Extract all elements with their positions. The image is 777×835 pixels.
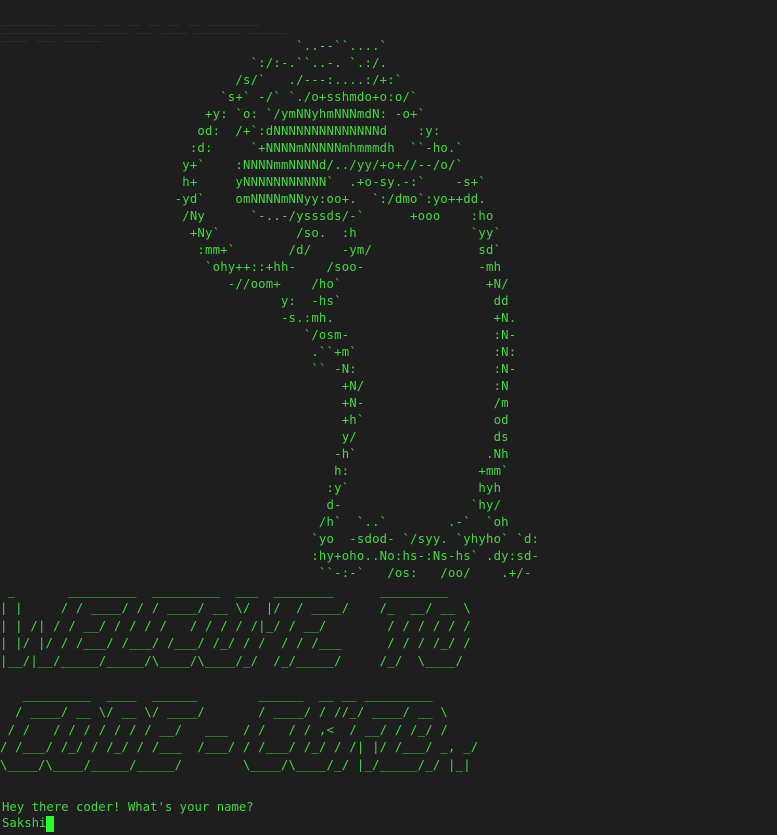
banner-line-welcome-to: | | / / ____/ / / ____/ __ \/ |/ / ____/… [0, 601, 471, 616]
name-input[interactable]: Sakshi [2, 815, 55, 832]
banner-line-welcome-to: |__/|__/_____/_____/\____/\____/_/ /_/__… [0, 653, 464, 668]
ascii-art-logo: `..--``....` `:/:-.``..-. `.:/. /s/` ./-… [174, 39, 540, 580]
welcome-banner: _ _________ _________ ___ ________ _____… [0, 583, 478, 774]
banner-line-code-joker: / /___/ /_/ / /_/ / /___ /___/ / /___/ /… [0, 740, 479, 755]
banner-line-code-joker: \____/\____/_____/_____/ \____/\____/_/ … [0, 757, 471, 772]
banner-spacer [0, 670, 478, 687]
banner-line-welcome-to: | |/ |/ / /___/ /___/ /___/ /_/ / / / / … [0, 636, 471, 651]
banner-line-code-joker: / / / / / / / / / __/ ___ / / / / ,< / _… [0, 722, 449, 737]
faded-scrollback: ________ _____ ___ __ __ __ __ ________ _… [2, 14, 287, 41]
banner-line-code-joker: _________ ____ ______ ______ __ __ _____… [0, 688, 433, 703]
text-cursor [46, 815, 55, 832]
terminal-window[interactable]: ________ _____ ___ __ __ __ __ ________ _… [0, 0, 777, 835]
banner-line-code-joker: / ____/ __ \/ __ \/ ____/ / ____/ / //_/… [0, 705, 449, 720]
banner-line-welcome-to: _ _________ _________ ___ ________ _____… [0, 584, 449, 598]
name-prompt: Hey there coder! What's your name? [2, 800, 254, 814]
banner-line-welcome-to: | | /| / / __/ / / / / / / / / /|_/ / __… [0, 618, 471, 633]
input-value: Sakshi [2, 816, 47, 830]
